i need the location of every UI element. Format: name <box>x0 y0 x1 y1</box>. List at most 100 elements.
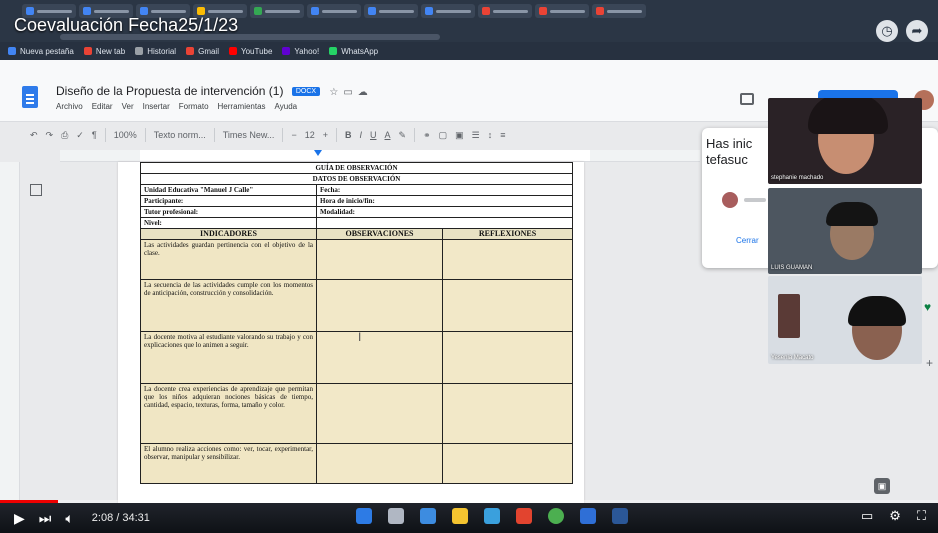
italic-icon[interactable]: I <box>359 130 362 140</box>
table-row: La docente motiva al estudiante valorand… <box>140 331 574 384</box>
indent-marker-icon[interactable] <box>314 150 322 156</box>
align-icon[interactable]: ☰ <box>472 130 480 141</box>
bookmark-item[interactable]: Yahoo! <box>282 47 319 56</box>
docs-logo-icon[interactable] <box>22 86 38 108</box>
browser-tab-bar: Coevaluación Fecha25/1/23 ◷ ➦ <box>0 0 938 42</box>
menu-formato[interactable]: Formato <box>179 102 209 111</box>
docs-menu-bar: Archivo Editar Ver Insertar Formato Herr… <box>56 102 297 111</box>
bookmark-item[interactable]: WhatsApp <box>329 47 378 56</box>
play-icon[interactable]: ▶ <box>14 510 25 527</box>
text-cursor-icon: I <box>358 330 362 344</box>
font-increase-icon[interactable]: + <box>323 130 328 140</box>
highlight-icon[interactable]: ✎ <box>399 130 407 141</box>
underline-icon[interactable]: U <box>370 130 377 140</box>
participant-name: LUIS GUAMAN <box>771 265 813 271</box>
taskbar-icons <box>356 508 628 524</box>
watch-later-icon[interactable]: ◷ <box>876 20 898 42</box>
table-row: La docente crea experiencias de aprendiz… <box>140 383 574 444</box>
bookmark-item[interactable]: Nueva pestaña <box>8 47 74 56</box>
zoom-app-icon[interactable] <box>580 508 596 524</box>
browser-tab[interactable] <box>364 4 418 18</box>
document-outline-icon[interactable] <box>30 184 42 196</box>
browser-tab[interactable] <box>307 4 361 18</box>
folder-icon[interactable] <box>452 508 468 524</box>
link-icon[interactable]: ⚭ <box>423 130 431 141</box>
menu-herramientas[interactable]: Herramientas <box>218 102 266 111</box>
table-row: Tutor profesional: Modalidad: <box>140 206 574 218</box>
participant-tile[interactable]: LUIS GUAMAN <box>768 188 922 274</box>
settings-icon[interactable]: ⚙ <box>889 508 901 524</box>
docs-toolbar: ↶ ↷ ⎙ ✓ ¶ 100% Texto norm... Times New..… <box>0 122 700 148</box>
windows-icon[interactable] <box>356 508 372 524</box>
list-icon[interactable]: ≡ <box>500 130 505 140</box>
redo-icon[interactable]: ↷ <box>46 130 54 141</box>
participant-name: stephanie machado <box>771 175 824 181</box>
volume-icon[interactable]: 🔈︎ <box>65 510 73 527</box>
edge-icon[interactable] <box>484 508 500 524</box>
browser-tab[interactable] <box>592 4 646 18</box>
style-select[interactable]: Texto norm... <box>154 130 206 140</box>
paint-format-icon[interactable]: ¶ <box>92 130 97 140</box>
address-bar[interactable] <box>60 34 440 40</box>
font-select[interactable]: Times New... <box>223 130 275 140</box>
office-icon[interactable] <box>516 508 532 524</box>
undo-icon[interactable]: ↶ <box>30 130 38 141</box>
observation-table: GUÍA DE OBSERVACIÓN DATOS DE OBSERVACIÓN… <box>139 162 574 484</box>
browser-tab[interactable] <box>535 4 589 18</box>
table-row: La secuencia de las actividades cumple c… <box>140 279 574 332</box>
search-icon[interactable] <box>388 508 404 524</box>
notification-text: Has inic tefasuc <box>706 136 753 167</box>
comment-add-icon[interactable]: ▢ <box>439 130 448 141</box>
explore-icon[interactable]: ▣ <box>874 478 890 494</box>
video-title: Coevaluación Fecha25/1/23 <box>14 15 239 35</box>
participant-tile[interactable]: Yesenia Macato <box>768 276 922 364</box>
bold-icon[interactable]: B <box>345 130 352 140</box>
table-title: GUÍA DE OBSERVACIÓN <box>139 162 574 174</box>
font-size-input[interactable]: 12 <box>305 130 315 140</box>
share-icon[interactable]: ➦ <box>906 20 928 42</box>
fullscreen-icon[interactable]: ⛶ <box>917 508 926 524</box>
comments-icon[interactable] <box>740 93 754 105</box>
star-folder-cloud-icons[interactable]: ☆▭☁ <box>329 87 372 98</box>
image-icon[interactable]: ▣ <box>455 130 464 141</box>
browser-tab[interactable] <box>250 4 304 18</box>
task-view-icon[interactable] <box>420 508 436 524</box>
participant-tile[interactable]: stephanie machado <box>768 98 922 184</box>
bookmark-item[interactable]: Historial <box>135 47 176 56</box>
menu-ayuda[interactable]: Ayuda <box>275 102 298 111</box>
add-icon[interactable]: + <box>926 356 933 370</box>
participant-name: Yesenia Macato <box>771 355 814 361</box>
subtitles-icon[interactable]: ▭ <box>861 508 873 524</box>
side-tasks-icon[interactable]: ♥ <box>924 300 931 314</box>
document-page[interactable]: GUÍA DE OBSERVACIÓN DATOS DE OBSERVACIÓN… <box>118 162 584 512</box>
browser-tab[interactable] <box>478 4 532 18</box>
font-decrease-icon[interactable]: − <box>291 130 296 140</box>
bookmarks-bar: Nueva pestaña New tab Historial Gmail Yo… <box>0 42 938 60</box>
next-icon[interactable]: ⏭ <box>39 510 52 527</box>
table-row: Unidad Educativa "Manuel J Calle" Fecha: <box>140 184 574 196</box>
video-time: 2:08 / 34:31 <box>91 512 150 524</box>
chrome-icon[interactable] <box>548 508 564 524</box>
word-icon[interactable] <box>612 508 628 524</box>
zoom-select[interactable]: 100% <box>114 130 137 140</box>
print-icon[interactable]: ⎙ <box>61 130 68 141</box>
screen: Coevaluación Fecha25/1/23 ◷ ➦ Nueva pest… <box>0 0 938 533</box>
table-row: Participante: Hora de inicio/fin: <box>140 195 574 207</box>
bookmark-item[interactable]: YouTube <box>228 47 272 56</box>
player-right-controls: ▭ ⚙ ⛶ <box>861 508 926 524</box>
table-subtitle: DATOS DE OBSERVACIÓN <box>139 173 574 185</box>
notification-close-link[interactable]: Cerrar <box>736 236 759 245</box>
menu-archivo[interactable]: Archivo <box>56 102 83 111</box>
menu-editar[interactable]: Editar <box>92 102 113 111</box>
ruler[interactable] <box>60 150 700 162</box>
line-spacing-icon[interactable]: ↕ <box>488 130 493 140</box>
spellcheck-icon[interactable]: ✓ <box>76 130 84 141</box>
browser-tab[interactable] <box>421 4 475 18</box>
menu-insertar[interactable]: Insertar <box>143 102 170 111</box>
document-title[interactable]: Diseño de la Propuesta de intervención (… <box>56 84 373 98</box>
text-color-icon[interactable]: A <box>385 130 391 140</box>
bookmark-item[interactable]: New tab <box>83 47 125 56</box>
table-row: El alumno realiza acciones como: ver, to… <box>140 443 574 484</box>
menu-ver[interactable]: Ver <box>122 102 134 111</box>
bookmark-item[interactable]: Gmail <box>186 47 219 56</box>
